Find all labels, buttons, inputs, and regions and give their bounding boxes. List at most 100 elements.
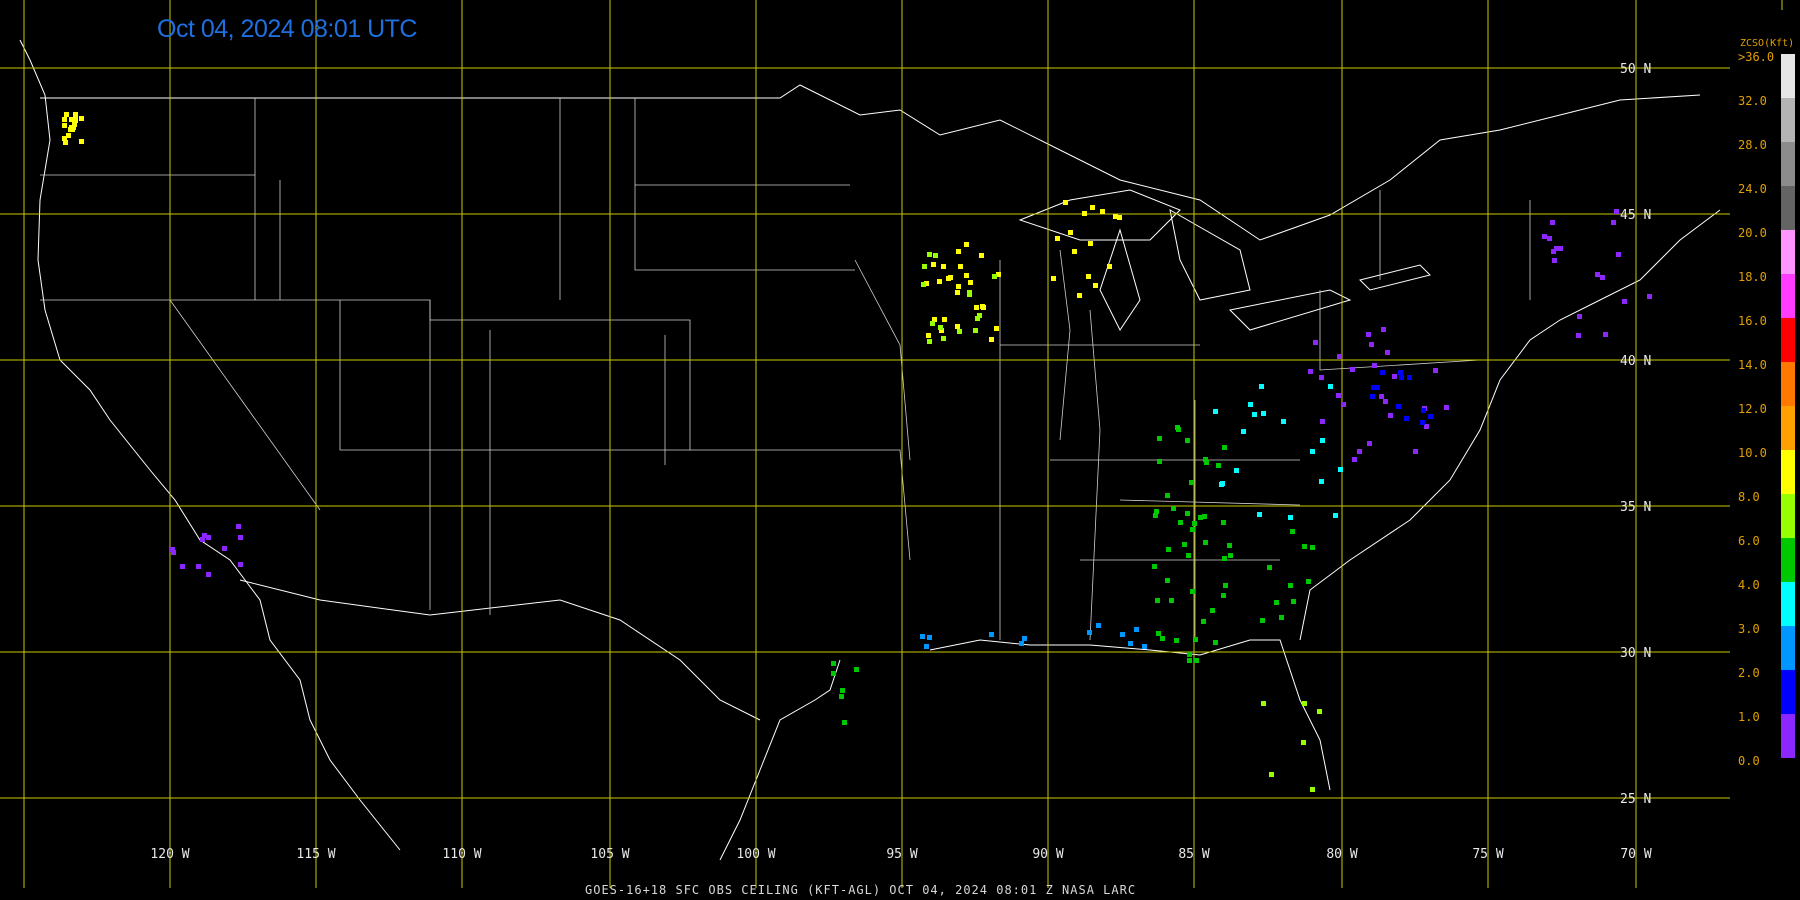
observation-point <box>1369 342 1374 347</box>
observation-point <box>1165 493 1170 498</box>
observation-point <box>930 321 935 326</box>
observation-point <box>1308 369 1313 374</box>
observation-point <box>1241 429 1246 434</box>
observation-point <box>1421 408 1426 413</box>
legend-label: 20.0 <box>1738 226 1767 240</box>
legend-swatch <box>1781 582 1795 626</box>
latitude-label: 45 N <box>1620 208 1651 223</box>
observation-point <box>1310 449 1315 454</box>
observation-point <box>1210 608 1215 613</box>
observation-point <box>68 127 73 132</box>
observation-point <box>1379 394 1384 399</box>
observation-point <box>994 326 999 331</box>
observation-point <box>1319 479 1324 484</box>
observation-point <box>63 140 68 145</box>
observation-point <box>968 280 973 285</box>
legend-label: 10.0 <box>1738 446 1767 460</box>
observation-point <box>1222 445 1227 450</box>
observation-point <box>170 547 175 552</box>
observation-point <box>236 524 241 529</box>
latitude-label: 25 N <box>1620 792 1651 807</box>
observation-point <box>955 290 960 295</box>
observation-point <box>1611 220 1616 225</box>
observation-point <box>1228 553 1233 558</box>
observation-point <box>1550 220 1555 225</box>
legend-label: 6.0 <box>1738 534 1760 548</box>
observation-point <box>1189 480 1194 485</box>
observation-point <box>1302 544 1307 549</box>
observation-point <box>927 635 932 640</box>
longitude-label: 85 W <box>1178 847 1209 862</box>
legend-swatch <box>1781 494 1795 538</box>
observation-point <box>1336 393 1341 398</box>
legend-label: 1.0 <box>1738 710 1760 724</box>
observation-point <box>1647 294 1652 299</box>
observation-point <box>1086 274 1091 279</box>
observation-point <box>1291 599 1296 604</box>
observation-point <box>1213 640 1218 645</box>
observation-point <box>222 546 227 551</box>
observation-point <box>79 116 84 121</box>
legend-label: 0.0 <box>1738 754 1760 768</box>
observation-point <box>180 564 185 569</box>
longitude-label: 105 W <box>590 847 629 862</box>
observation-point <box>1367 441 1372 446</box>
legend-color-bar <box>1781 54 1795 758</box>
observation-point <box>1187 658 1192 663</box>
legend-swatch <box>1781 186 1795 230</box>
observation-point <box>1428 414 1433 419</box>
observation-point <box>1288 583 1293 588</box>
observation-point <box>1381 327 1386 332</box>
legend-label: 18.0 <box>1738 270 1767 284</box>
legend-label: 4.0 <box>1738 578 1760 592</box>
observation-point <box>1182 542 1187 547</box>
observation-point <box>1093 283 1098 288</box>
legend-label: 8.0 <box>1738 490 1760 504</box>
observation-point <box>1614 209 1619 214</box>
observation-point <box>1128 641 1133 646</box>
longitude-label: 80 W <box>1326 847 1357 862</box>
observation-point <box>1019 641 1024 646</box>
observation-point <box>1328 384 1333 389</box>
observation-point <box>1190 589 1195 594</box>
observation-point <box>62 123 67 128</box>
observation-point <box>1234 468 1239 473</box>
observation-point <box>1380 370 1385 375</box>
legend-label: 2.0 <box>1738 666 1760 680</box>
observation-point <box>1107 264 1112 269</box>
observation-point <box>1320 419 1325 424</box>
observation-point <box>927 339 932 344</box>
observation-point <box>973 328 978 333</box>
observation-point <box>206 572 211 577</box>
observation-point <box>1547 236 1552 241</box>
observation-point <box>955 324 960 329</box>
observation-point <box>1252 412 1257 417</box>
observation-point <box>933 253 938 258</box>
observation-point <box>1077 293 1082 298</box>
observation-point <box>957 329 962 334</box>
observation-point <box>840 688 845 693</box>
observation-point <box>938 325 943 330</box>
legend-swatch <box>1781 626 1795 670</box>
observation-point <box>1269 772 1274 777</box>
observation-point <box>1160 636 1165 641</box>
observation-point <box>1420 420 1425 425</box>
observation-point <box>1320 438 1325 443</box>
observation-point <box>64 112 69 117</box>
observation-point <box>1068 230 1073 235</box>
observation-point <box>964 273 969 278</box>
longitude-label: 115 W <box>296 847 335 862</box>
observation-point <box>1223 583 1228 588</box>
longitude-label: 75 W <box>1472 847 1503 862</box>
observation-point <box>1087 630 1092 635</box>
latitude-label: 30 N <box>1620 646 1651 661</box>
observation-point <box>1221 520 1226 525</box>
observation-point <box>1616 252 1621 257</box>
observation-point <box>1227 543 1232 548</box>
legend-swatch <box>1781 362 1795 406</box>
observation-point <box>79 139 84 144</box>
observation-point <box>1185 438 1190 443</box>
observation-point <box>1396 404 1401 409</box>
observation-point <box>1142 644 1147 649</box>
longitude-label: 70 W <box>1620 847 1651 862</box>
